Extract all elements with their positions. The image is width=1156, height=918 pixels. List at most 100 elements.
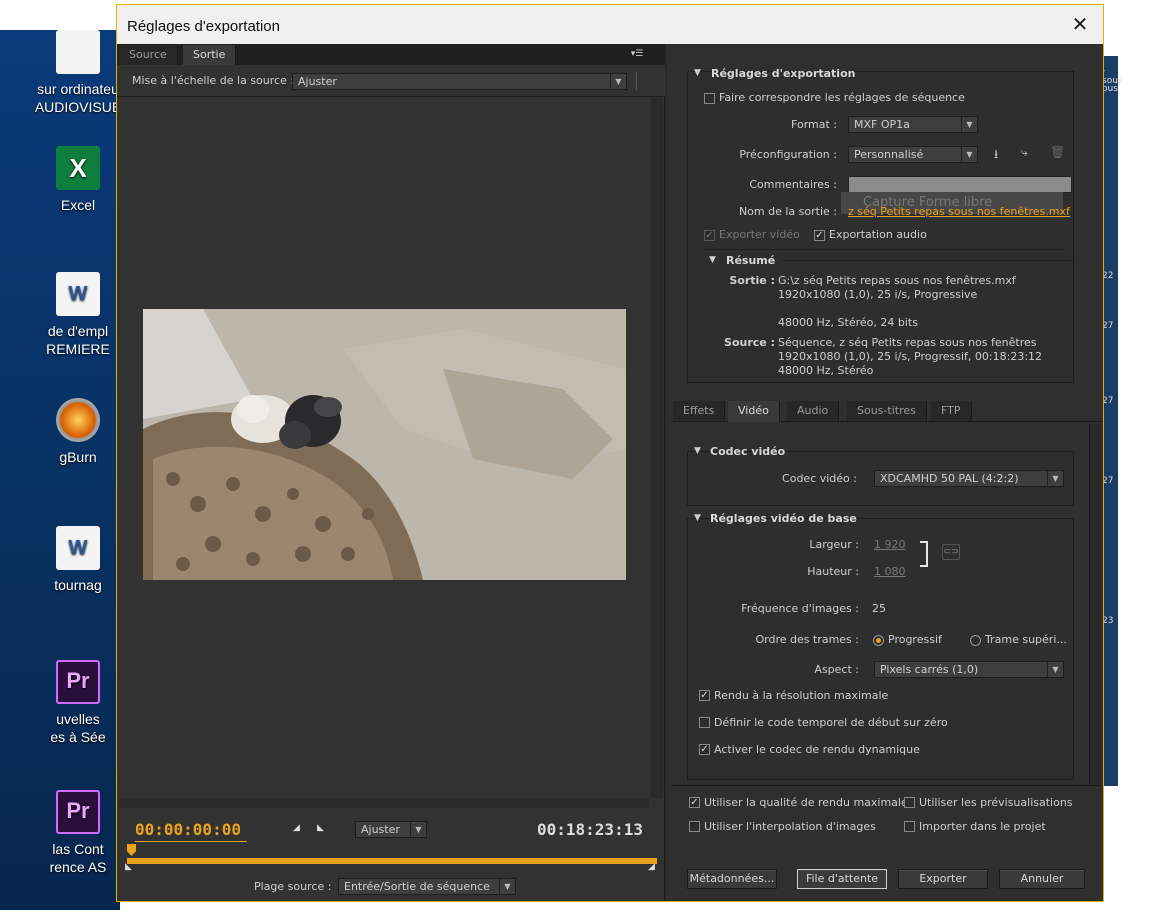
tab-source[interactable]: Source xyxy=(119,45,178,65)
field-progressive-radio[interactable] xyxy=(873,635,884,646)
settings-vertical-scrollbar[interactable] xyxy=(1089,424,1101,784)
chevron-down-icon: ▼ xyxy=(410,822,426,837)
output-name-label: Nom de la sortie : xyxy=(738,205,837,218)
export-button[interactable]: Exporter xyxy=(898,869,988,889)
imgburn-icon xyxy=(56,398,100,442)
preset-label: Préconfiguration : xyxy=(739,148,837,161)
scale-toolbar: Mise à l'échelle de la source : Ajuster … xyxy=(117,65,665,97)
summary-output-line: G:\z séq Petits repas sous nos fenêtres.… xyxy=(778,274,1016,287)
scale-value: Ajuster xyxy=(298,75,337,88)
summary-output-block: G:\z séq Petits repas sous nos fenêtres.… xyxy=(778,274,1016,330)
import-project-checkbox[interactable] xyxy=(904,821,915,832)
framerate-label: Fréquence d'images : xyxy=(741,602,859,615)
framerate-value[interactable]: 25 xyxy=(872,602,886,615)
preview-horizontal-scrollbar[interactable] xyxy=(119,798,649,808)
close-icon[interactable]: ✕ xyxy=(1069,13,1091,35)
set-out-point-icon[interactable]: ◣ xyxy=(317,823,324,833)
aspect-dropdown[interactable]: Pixels carrés (1,0) ▼ xyxy=(874,661,1064,678)
field-progressive-label: Progressif xyxy=(888,633,942,646)
queue-button[interactable]: File d'attente xyxy=(797,869,887,889)
summary-heading: Résumé xyxy=(726,254,776,267)
export-audio-label: Exportation audio xyxy=(829,228,927,241)
export-video-checkbox[interactable]: ✓ xyxy=(704,230,715,241)
field-upper-label: Trame supéri... xyxy=(985,633,1067,646)
fit-dropdown[interactable]: Ajuster ▼ xyxy=(355,821,427,838)
import-preset-icon[interactable]: ⤷ xyxy=(1021,145,1028,160)
tab-output[interactable]: Sortie xyxy=(183,45,237,65)
frame-blend-checkbox[interactable] xyxy=(689,821,700,832)
divider xyxy=(671,785,1101,786)
premiere-project-icon: Pr xyxy=(56,790,100,834)
timecode-in[interactable]: 00:00:00:00 xyxy=(135,820,241,839)
field-order-label: Ordre des trames : xyxy=(755,633,860,646)
expand-triangle-icon[interactable]: ▼ xyxy=(694,446,701,456)
tab-audio[interactable]: Audio xyxy=(787,401,840,421)
expand-triangle-icon[interactable]: ▼ xyxy=(694,513,701,523)
save-preset-icon[interactable]: ⭳ xyxy=(994,145,998,166)
chevron-down-icon: ▼ xyxy=(610,74,626,89)
cancel-button[interactable]: Annuler xyxy=(999,869,1085,889)
tab-subtitles[interactable]: Sous-titres xyxy=(847,401,927,421)
shortcut-icon xyxy=(56,30,100,74)
set-in-point-icon[interactable]: ◢ xyxy=(293,823,300,833)
use-previews-label: Utiliser les prévisualisations xyxy=(919,796,1073,809)
fit-value: Ajuster xyxy=(361,823,400,836)
export-audio-checkbox[interactable]: ✓ xyxy=(814,230,825,241)
tab-ftp[interactable]: FTP xyxy=(931,401,972,421)
export-settings-dialog: Réglages d'exportation ✕ Source Sortie ▾… xyxy=(116,4,1104,902)
import-project-label: Importer dans le projet xyxy=(919,820,1046,833)
codec-heading: Codec vidéo xyxy=(710,445,786,458)
range-end-handle-icon[interactable]: ◢ xyxy=(648,862,655,872)
summary-source-block: Séquence, z séq Petits repas sous nos fe… xyxy=(778,336,1042,378)
codec-label: Codec vidéo : xyxy=(782,472,857,485)
chevron-down-icon: ▼ xyxy=(961,117,977,132)
field-upper-radio[interactable] xyxy=(970,635,981,646)
expand-triangle-icon[interactable]: ▼ xyxy=(694,68,701,78)
max-quality-checkbox[interactable]: ✓ xyxy=(689,797,700,808)
chevron-down-icon: ▼ xyxy=(1047,471,1063,486)
preset-dropdown[interactable]: Personnalisé ▼ xyxy=(848,146,978,163)
video-preview-area xyxy=(117,98,651,798)
basic-video-heading: Réglages vidéo de base xyxy=(710,512,857,525)
summary-source-line: 48000 Hz, Stéréo xyxy=(778,364,874,377)
width-value[interactable]: 1 920 xyxy=(874,538,906,551)
timeline-range-bar[interactable] xyxy=(127,858,657,864)
settings-panel: ▼ Réglages d'exportation Faire correspon… xyxy=(667,44,1103,901)
expand-triangle-icon[interactable]: ▼ xyxy=(709,255,716,265)
panel-menu-icon[interactable]: ▾☰ xyxy=(627,47,647,61)
output-name-link[interactable]: z séq Petits repas sous nos fenêtres.mxf xyxy=(848,205,1070,218)
scale-dropdown[interactable]: Ajuster ▼ xyxy=(292,73,627,90)
source-range-dropdown[interactable]: Entrée/Sortie de séquence ▼ xyxy=(338,878,516,895)
codec-dropdown[interactable]: XDCAMHD 50 PAL (4:2:2) ▼ xyxy=(874,470,1064,487)
format-label: Format : xyxy=(791,118,837,131)
aspect-value: Pixels carrés (1,0) xyxy=(880,663,979,676)
dialog-body: Source Sortie ▾☰ Mise à l'échelle de la … xyxy=(117,44,1103,901)
zero-timecode-checkbox[interactable] xyxy=(699,717,710,728)
match-sequence-checkbox[interactable] xyxy=(704,93,715,104)
delete-preset-icon[interactable]: 🗑 xyxy=(1050,145,1065,159)
use-previews-checkbox[interactable] xyxy=(904,797,915,808)
excel-icon: X xyxy=(56,146,100,190)
zero-timecode-label: Définir le code temporel de début sur zé… xyxy=(714,716,948,729)
metadata-button[interactable]: Métadonnées... xyxy=(687,869,777,889)
tab-video[interactable]: Vidéo xyxy=(728,401,780,422)
dimension-link-bracket xyxy=(920,541,928,567)
range-start-handle-icon[interactable]: ◣ xyxy=(125,862,132,872)
max-depth-checkbox[interactable]: ✓ xyxy=(699,690,710,701)
format-dropdown[interactable]: MXF OP1a ▼ xyxy=(848,116,978,133)
link-icon[interactable]: ⊂⊃ xyxy=(942,544,960,560)
premiere-project-icon: Pr xyxy=(56,660,100,704)
preview-panel: Source Sortie ▾☰ Mise à l'échelle de la … xyxy=(117,44,665,901)
scale-label: Mise à l'échelle de la source : xyxy=(132,74,295,87)
preview-vertical-scrollbar[interactable] xyxy=(651,98,663,798)
height-value[interactable]: 1 080 xyxy=(874,565,906,578)
playhead-icon[interactable] xyxy=(127,844,136,856)
preview-tab-bar: Source Sortie ▾☰ xyxy=(117,44,665,65)
summary-source-line: Séquence, z séq Petits repas sous nos fe… xyxy=(778,336,1037,349)
dynamic-codec-checkbox[interactable]: ✓ xyxy=(699,744,710,755)
divider xyxy=(636,72,637,90)
comments-input[interactable] xyxy=(848,176,1072,193)
comments-label: Commentaires : xyxy=(749,178,837,191)
tab-effects[interactable]: Effets xyxy=(673,401,726,421)
codec-value: XDCAMHD 50 PAL (4:2:2) xyxy=(880,472,1019,485)
